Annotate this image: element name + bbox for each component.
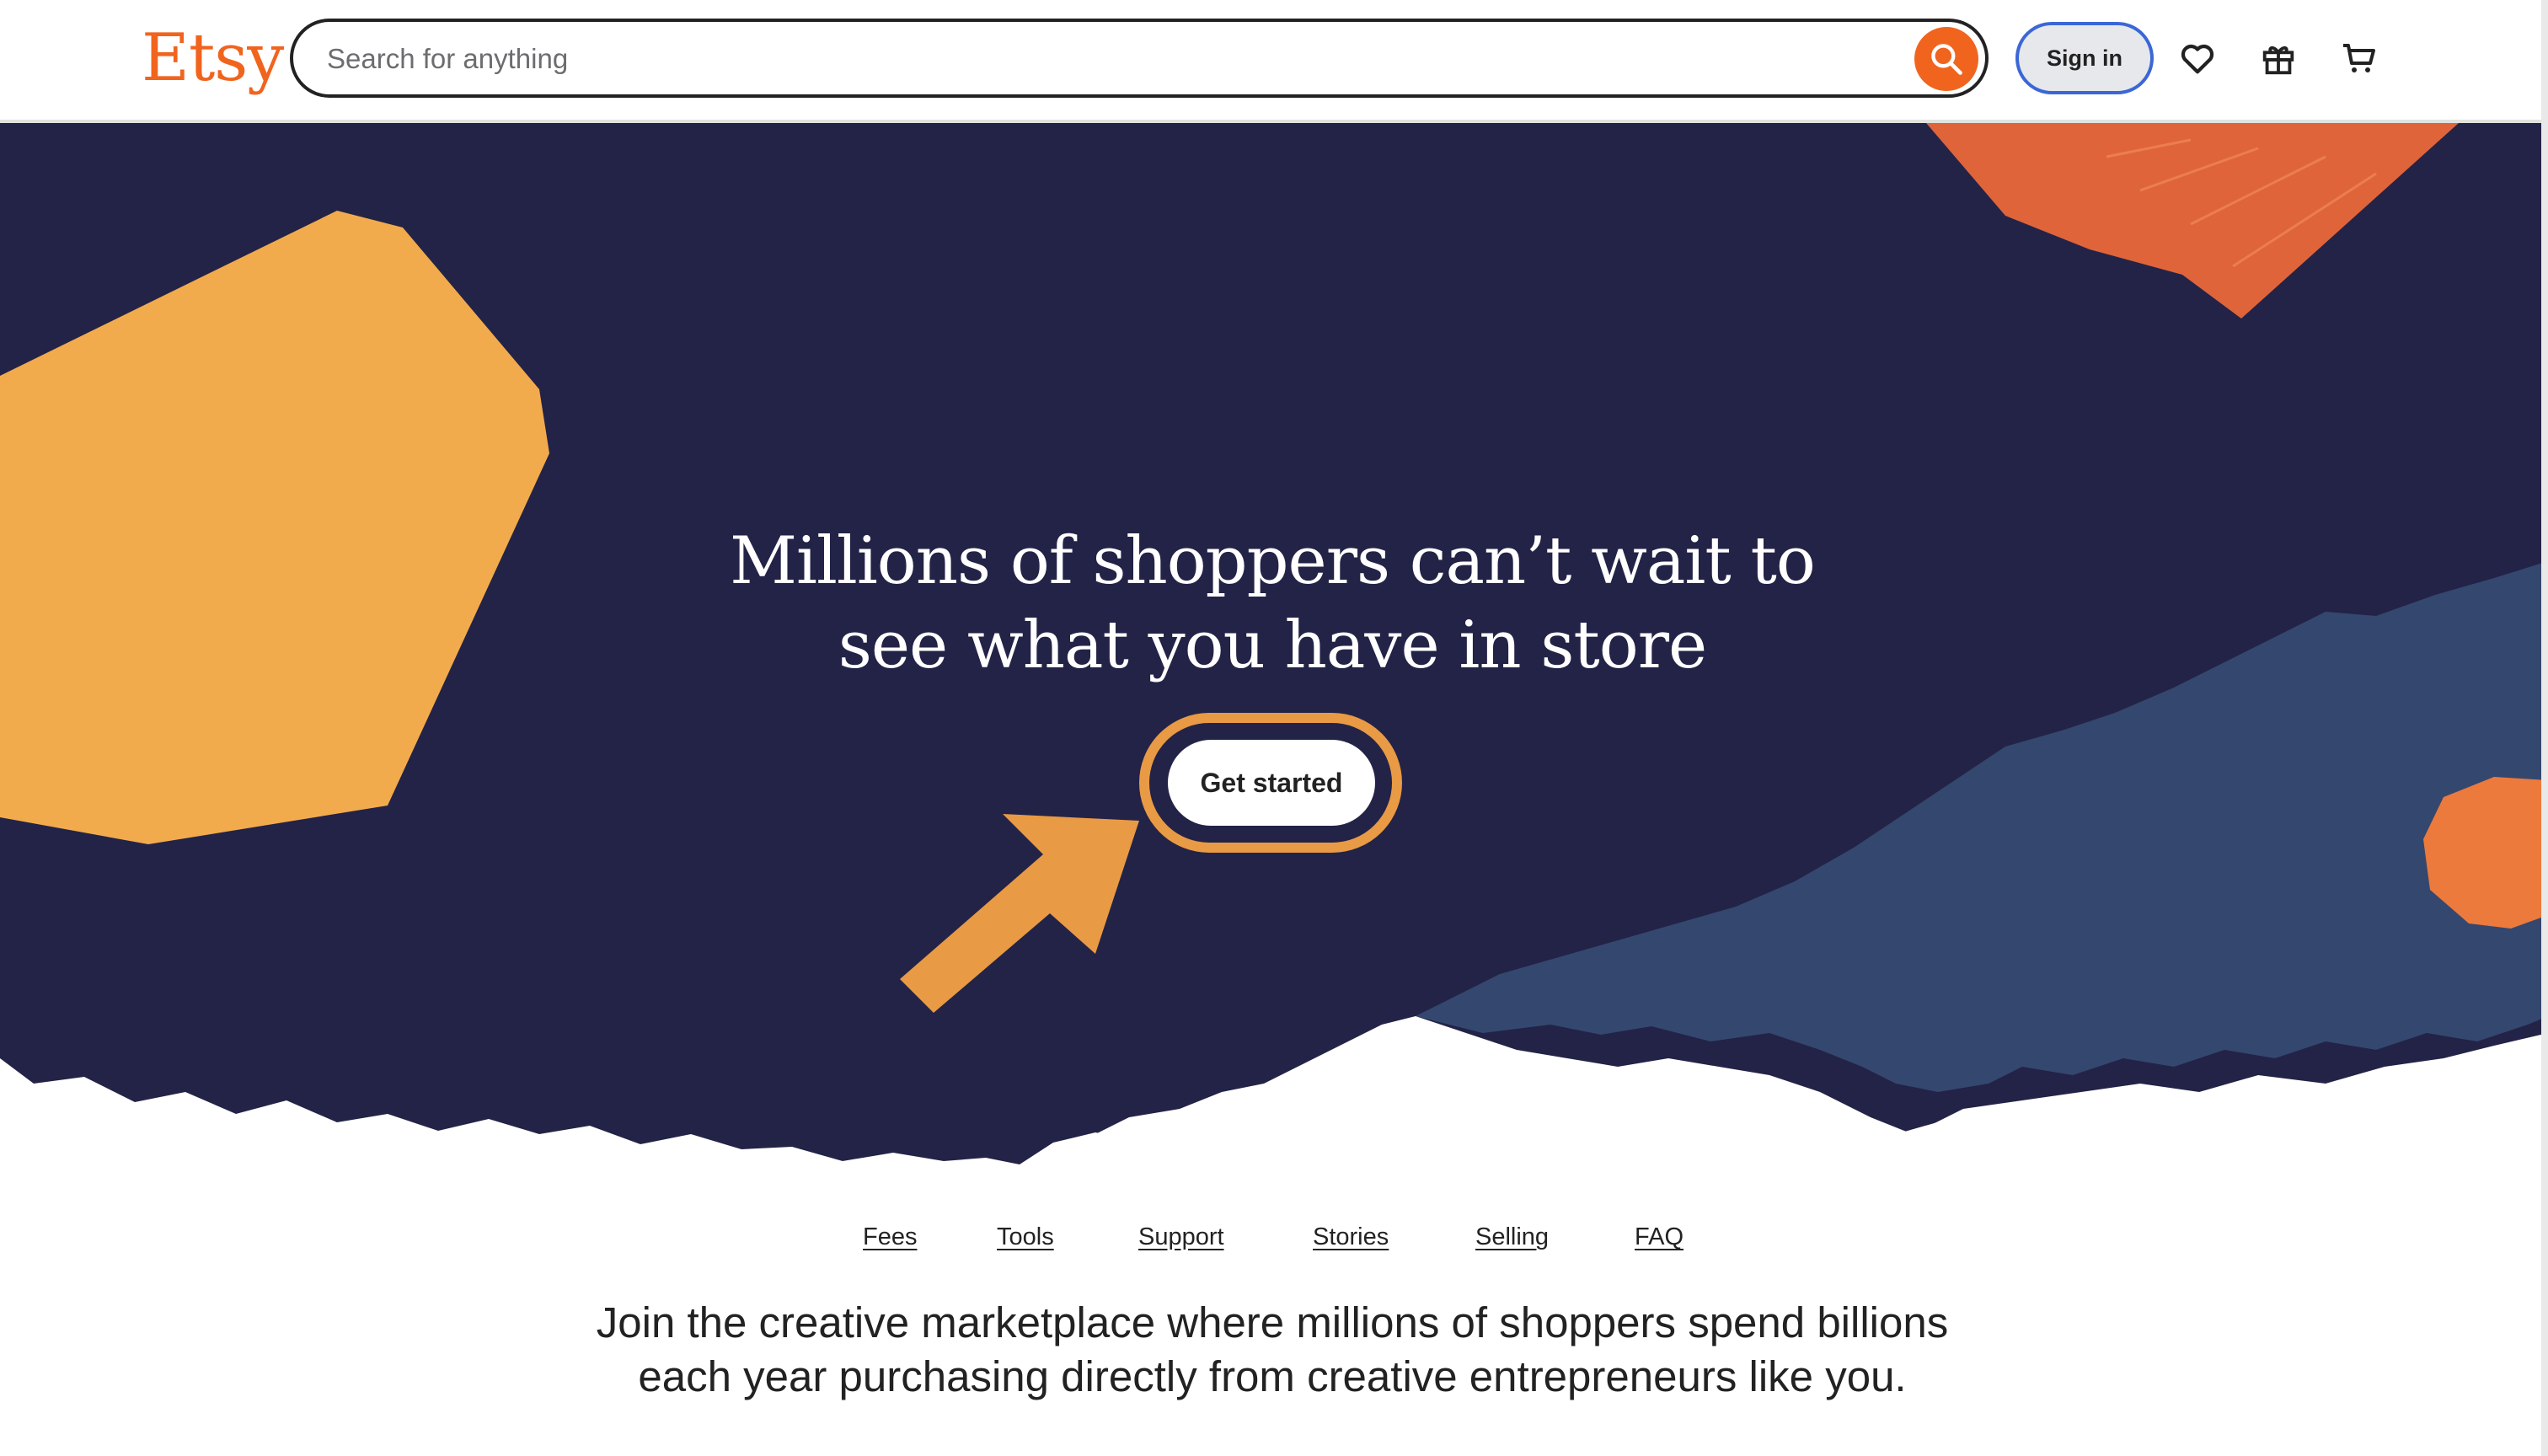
sign-in-button[interactable]: Sign in [2015,22,2154,94]
get-started-button[interactable]: Get started [1168,740,1375,826]
hero-headline-line1: Millions of shoppers can’t wait to [730,523,1816,599]
search-button[interactable] [1914,27,1978,91]
site-header: Etsy Sign in [0,0,2548,123]
page-scrollbar[interactable] [2541,0,2548,1456]
hero-headline: Millions of shoppers can’t wait to see w… [674,519,1871,688]
gift-icon [2262,46,2294,75]
cart-icon [2343,44,2375,72]
cart-button[interactable] [2334,33,2385,83]
favorites-button[interactable] [2172,33,2223,83]
marketplace-intro: Join the creative marketplace where mill… [596,1298,1949,1400]
hero-banner: Millions of shoppers can’t wait to see w… [0,123,2548,1185]
get-started-label: Get started [1200,767,1343,798]
hero-headline-line2: see what you have in store [838,608,1707,683]
gifts-button[interactable] [2253,33,2304,83]
nav-link-fees[interactable]: Fees [863,1223,917,1251]
nav-link-stories[interactable]: Stories [1313,1223,1389,1251]
etsy-logo[interactable]: Etsy [142,12,284,104]
search-bar[interactable] [290,19,1989,98]
sign-in-label: Sign in [2047,45,2122,71]
nav-link-tools[interactable]: Tools [997,1223,1054,1251]
search-icon [1931,44,1962,75]
heart-icon [2181,44,2214,74]
nav-link-selling[interactable]: Selling [1475,1223,1549,1251]
seller-nav: Fees Tools Support Stories Selling FAQ [0,1223,2548,1266]
nav-link-faq[interactable]: FAQ [1635,1223,1684,1251]
search-input[interactable] [325,34,1862,84]
nav-link-support[interactable]: Support [1138,1223,1224,1251]
